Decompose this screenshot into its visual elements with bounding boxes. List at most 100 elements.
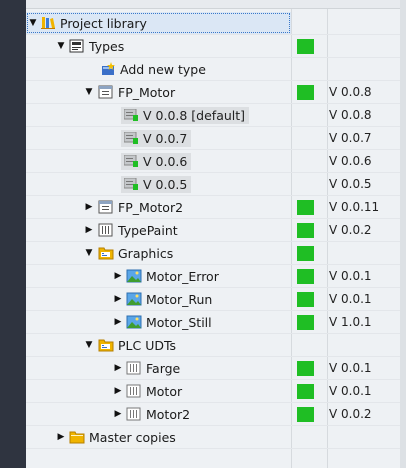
version-label: V 0.0.6 <box>143 154 188 169</box>
graphic-icon <box>126 292 142 306</box>
version-chip[interactable]: V 0.0.8 [default] <box>121 107 250 124</box>
function-block-icon <box>98 85 113 99</box>
tree-item-text: FP_Motor <box>118 85 176 100</box>
column-header <box>26 0 400 9</box>
version-cell: V 0.0.8 <box>329 85 372 99</box>
tree-item-motor-run[interactable]: ▶ Motor_Run V 0.0.1 <box>26 288 400 311</box>
version-cell: V 0.0.2 <box>329 223 372 237</box>
expand-toggle-icon[interactable]: ▼ <box>84 334 94 356</box>
tree-item-text: Motor <box>146 384 183 399</box>
expand-toggle-icon[interactable]: ▼ <box>84 81 94 103</box>
tree-item-version[interactable]: V 0.0.8 [default] V 0.0.8 <box>26 104 400 127</box>
udt-icon <box>126 361 141 375</box>
tree-item-text: FP_Motor2 <box>118 200 184 215</box>
tree-item-motor2[interactable]: ▶ Motor2 V 0.0.2 <box>26 403 400 426</box>
folder-icon <box>98 339 114 352</box>
version-cell: V 0.0.8 <box>329 108 372 122</box>
types-folder-icon <box>69 39 84 53</box>
expand-toggle-icon[interactable]: ▶ <box>84 196 94 218</box>
tree-item-text: Motor_Still <box>146 315 212 330</box>
version-label: V 0.0.7 <box>143 131 188 146</box>
tree-item-motor-still[interactable]: ▶ Motor_Still V 1.0.1 <box>26 311 400 334</box>
expand-toggle-icon[interactable]: ▶ <box>113 403 123 425</box>
status-indicator <box>297 384 314 399</box>
version-label: V 0.0.8 [default] <box>143 108 246 123</box>
folder-icon <box>69 431 85 444</box>
tree-item-motor-error[interactable]: ▶ Motor_Error V 0.0.1 <box>26 265 400 288</box>
tree-item-text: Graphics <box>118 246 174 261</box>
function-block-icon <box>98 200 113 214</box>
expand-toggle-icon[interactable]: ▼ <box>84 242 94 264</box>
version-chip[interactable]: V 0.0.7 <box>121 130 192 147</box>
tree-item-graphics[interactable]: ▼ Graphics <box>26 242 400 265</box>
left-sidebar-strip <box>0 0 26 468</box>
status-indicator <box>297 39 314 54</box>
type-icon <box>98 223 113 237</box>
version-cell: V 0.0.2 <box>329 407 372 421</box>
expand-toggle-icon[interactable]: ▶ <box>113 311 123 333</box>
expand-toggle-icon[interactable]: ▶ <box>84 219 94 241</box>
version-cell: V 0.0.1 <box>329 269 372 283</box>
tree-item-fp-motor2[interactable]: ▶ FP_Motor2 V 0.0.11 <box>26 196 400 219</box>
expand-toggle-icon[interactable]: ▶ <box>113 265 123 287</box>
expand-toggle-icon[interactable]: ▶ <box>56 426 66 448</box>
udt-icon <box>126 407 141 421</box>
graphic-icon <box>126 315 142 329</box>
panel-edge <box>400 0 406 468</box>
add-new-type-icon <box>102 62 115 75</box>
tree-item-typepaint[interactable]: ▶ TypePaint V 0.0.2 <box>26 219 400 242</box>
status-indicator <box>297 246 314 261</box>
tree-item-text: PLC UDTs <box>118 338 177 353</box>
status-indicator <box>297 407 314 422</box>
status-indicator <box>297 223 314 238</box>
status-indicator <box>297 200 314 215</box>
tree-item-add-new-type[interactable]: Add new type <box>26 58 400 81</box>
version-cell: V 0.0.6 <box>329 154 372 168</box>
version-chip[interactable]: V 0.0.6 <box>121 153 192 170</box>
version-chip[interactable]: V 0.0.5 <box>121 176 192 193</box>
expand-toggle-icon[interactable]: ▶ <box>113 288 123 310</box>
tree-item-label-area[interactable]: ▼ Project library <box>26 12 291 34</box>
folder-icon <box>98 247 114 260</box>
project-library-icon <box>41 17 55 29</box>
version-cell: V 1.0.1 <box>329 315 372 329</box>
tree-item-text: TypePaint <box>118 223 178 238</box>
tree-item-master-copies[interactable]: ▶ Master copies <box>26 426 400 449</box>
tree-item-version[interactable]: V 0.0.6 V 0.0.6 <box>26 150 400 173</box>
status-indicator <box>297 85 314 100</box>
tree-item-text: Farge <box>146 361 181 376</box>
expand-toggle-icon[interactable]: ▶ <box>113 357 123 379</box>
status-indicator <box>297 292 314 307</box>
version-icon <box>124 155 138 167</box>
tree-item-version[interactable]: V 0.0.5 V 0.0.5 <box>26 173 400 196</box>
status-indicator <box>297 269 314 284</box>
udt-icon <box>126 384 141 398</box>
tree-item-plc-udts[interactable]: ▼ PLC UDTs <box>26 334 400 357</box>
version-label: V 0.0.5 <box>143 177 188 192</box>
tree-item-text: Motor2 <box>146 407 191 422</box>
library-tree: ▼ Project library ▼ Types Add new type ▼… <box>26 12 400 449</box>
version-cell: V 0.0.7 <box>329 131 372 145</box>
version-icon <box>124 132 138 144</box>
tree-item-text: Motor_Error <box>146 269 219 284</box>
tree-item-text: Project library <box>60 16 147 31</box>
version-cell: V 0.0.1 <box>329 361 372 375</box>
tree-item-fp-motor[interactable]: ▼ FP_Motor V 0.0.8 <box>26 81 400 104</box>
tree-item-farge[interactable]: ▶ Farge V 0.0.1 <box>26 357 400 380</box>
version-cell: V 0.0.5 <box>329 177 372 191</box>
tree-item-text: Types <box>89 39 125 54</box>
status-indicator <box>297 361 314 376</box>
version-cell: V 0.0.11 <box>329 200 380 214</box>
tree-item-motor[interactable]: ▶ Motor V 0.0.1 <box>26 380 400 403</box>
version-icon <box>124 109 138 121</box>
tree-item-project-library[interactable]: ▼ Project library <box>26 12 400 35</box>
version-icon <box>124 178 138 190</box>
expand-toggle-icon[interactable]: ▼ <box>56 35 66 57</box>
tree-item-text: Master copies <box>89 430 176 445</box>
tree-item-text: Add new type <box>120 62 206 77</box>
status-indicator <box>297 315 314 330</box>
tree-item-version[interactable]: V 0.0.7 V 0.0.7 <box>26 127 400 150</box>
tree-item-types[interactable]: ▼ Types <box>26 35 400 58</box>
expand-toggle-icon[interactable]: ▶ <box>113 380 123 402</box>
expand-toggle-icon[interactable]: ▼ <box>28 12 38 34</box>
